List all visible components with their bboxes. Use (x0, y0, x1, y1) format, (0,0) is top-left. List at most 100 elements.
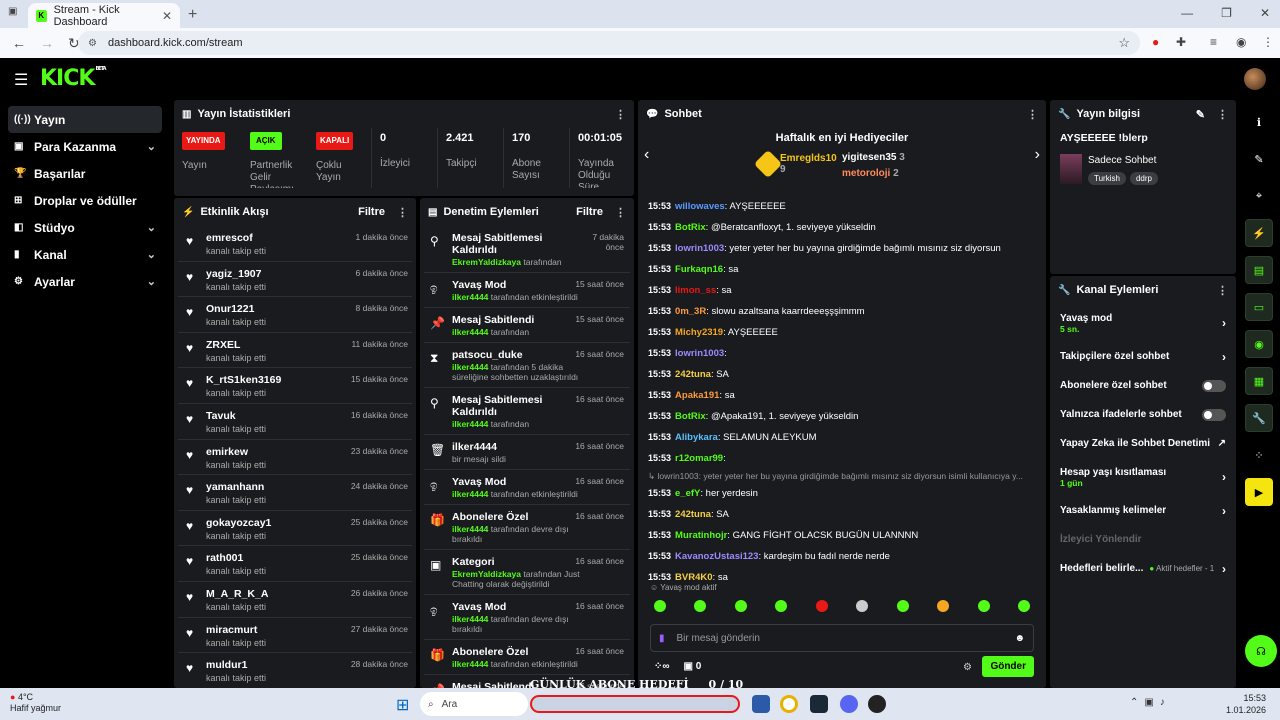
ai-moderation-action[interactable]: Yapay Zeka ile Sohbet Denetimi ↗ (1050, 429, 1236, 458)
extensions-icon[interactable]: ✚ (1176, 35, 1186, 49)
emote-icon[interactable] (734, 600, 747, 612)
chat-message[interactable]: 15:53 KavanozUstasi123: kardeşim bu fadıl… (648, 546, 1036, 567)
chat-message[interactable]: 15:53 r12omar99: (648, 448, 1036, 469)
maximize-icon[interactable]: ❐ (1221, 6, 1232, 20)
more-options-icon[interactable]: ⋮ (615, 108, 626, 121)
chat-message[interactable]: 15:53 Michy2319: AYŞEEEEE (648, 322, 1036, 343)
mic-icon[interactable]: ▮ (659, 633, 665, 644)
emote-only-action[interactable]: Yalnızca ifadelerle sohbet (1050, 400, 1236, 429)
bookmark-star-icon[interactable]: ☆ (1118, 35, 1130, 51)
more-options-icon[interactable]: ⋮ (615, 206, 626, 219)
moderation-row[interactable]: ⚲ Mesaj Sabitlemesi Kaldırıldı EkremYaldiz… (424, 226, 630, 273)
support-headset-icon[interactable]: ☊ (1245, 635, 1277, 667)
message-user[interactable]: limon_ss (675, 285, 716, 296)
wrench-icon[interactable]: 🔧 (1245, 404, 1273, 432)
kick-logo[interactable]: KICKBETA (40, 66, 107, 91)
profile-icon[interactable]: ◉ (1236, 35, 1246, 49)
emoji-icon[interactable]: ☻ (1014, 633, 1025, 644)
sidebar-item-droplar[interactable]: ⊞ Droplar ve ödüller (0, 187, 170, 214)
chrome-icon[interactable] (780, 695, 798, 713)
tab-menu-icon[interactable]: ▣ (8, 6, 22, 20)
sidebar-item-studyo[interactable]: ◧ Stüdyo ⌄ (0, 214, 170, 241)
activity-row[interactable]: ♥ yamanhann kanalı takip etti 24 dakika önc… (178, 475, 412, 511)
message-user[interactable]: Muratinhojr (675, 530, 727, 541)
message-user[interactable]: Apaka191 (675, 390, 719, 401)
gifter-third[interactable]: metoroloji 2 (842, 168, 899, 179)
moderation-filter-button[interactable]: Filtre (576, 206, 603, 218)
message-user[interactable]: BVR4K0 (675, 572, 713, 583)
moderation-row[interactable]: ⚲ Mesaj Sabitlemesi Kaldırıldı ilker4444 t… (424, 388, 630, 435)
activity-row[interactable]: ♥ muldur1 kanalı takip etti 28 dakika önce (178, 653, 412, 688)
sidebar-item-yayin[interactable]: ((·)) Yayın (8, 106, 162, 133)
community-icon[interactable]: ⁘ (1245, 441, 1273, 469)
hamburger-menu-icon[interactable]: ☰ (14, 70, 28, 90)
minimize-icon[interactable]: — (1181, 6, 1193, 20)
moderation-row[interactable]: 🎁 Abonelere Özel ilker4444 tarafından etki… (424, 640, 630, 675)
more-options-icon[interactable]: ⋮ (1027, 108, 1038, 121)
account-age-action[interactable]: Hesap yaşı kısıtlaması 1 gün › (1050, 458, 1236, 496)
chat-message[interactable]: 15:53 e_efY: her yerdesin (648, 483, 1036, 504)
emote-icon[interactable] (694, 600, 707, 612)
activity-filter-button[interactable]: Filtre (358, 206, 385, 218)
moderation-row[interactable]: ⧗ patsocu_duke ilker4444 tarafından 5 daki… (424, 343, 630, 388)
moderation-row[interactable]: ඉ Yavaş Mod ilker4444 tarafından etkinleşt… (424, 273, 630, 308)
app-icon[interactable] (752, 695, 770, 713)
message-user[interactable]: 0m_3R (675, 306, 706, 317)
subs-only-toggle[interactable] (1202, 379, 1226, 392)
activity-row[interactable]: ♥ miracmurt kanalı takip etti 27 dakika önc… (178, 618, 412, 654)
windows-start-icon[interactable]: ⊞ (396, 695, 409, 715)
moderation-row[interactable]: ඉ Yavaş Mod ilker4444 tarafından etkinleşt… (424, 470, 630, 505)
message-user[interactable]: r12omar99 (675, 453, 723, 464)
discord-icon[interactable] (840, 695, 858, 713)
taskbar-clock[interactable]: 15:53 1.01.2026 (1226, 692, 1266, 716)
chat-message[interactable]: 15:53 limon_ss: sa (648, 280, 1036, 301)
activity-row[interactable]: ♥ emrescof kanalı takip etti 1 dakika önce (178, 226, 412, 262)
avatar[interactable] (1244, 68, 1266, 90)
browser-menu-icon[interactable]: ⋮ (1262, 35, 1274, 49)
emote-icon[interactable] (775, 600, 788, 612)
slow-mode-action[interactable]: Yavaş mod 5 sn. › (1050, 304, 1236, 342)
emote-icon[interactable] (856, 600, 869, 612)
chat-input[interactable]: ▮ Bir mesaj gönderin ☻ (650, 624, 1034, 652)
chat-message[interactable]: 15:53 lowrin1003: (648, 343, 1036, 364)
forward-icon[interactable]: → (40, 35, 56, 51)
moderation-row[interactable]: 🗑 ilker4444 bir mesajı sildi 16 saat önce (424, 435, 630, 470)
chat-message[interactable]: 15:53 242tuna: SA (648, 504, 1036, 525)
chat-message[interactable]: 15:53 BotRix: @Apaka191, 1. seviyeye yüks… (648, 406, 1036, 427)
browser-tab[interactable]: K Stream - Kick Dashboard ✕ (28, 3, 180, 28)
message-user[interactable]: Furkaqn16 (675, 264, 723, 275)
message-user[interactable]: willowaves (675, 201, 725, 212)
broadcast-icon[interactable]: ◉ (1245, 330, 1273, 358)
chat-message[interactable]: 15:53 BotRix: @Beratcanfloxyt, 1. seviyey… (648, 217, 1036, 238)
activity-row[interactable]: ♥ emirkew kanalı takip etti 23 dakika önce (178, 440, 412, 476)
moderation-row[interactable]: 📌 Mesaj Sabitlendi ilker4444 tarafından 15 … (424, 308, 630, 343)
message-user[interactable]: lowrin1003 (675, 348, 724, 359)
chat-message[interactable]: 15:53 Apaka191: sa (648, 385, 1036, 406)
activity-row[interactable]: ♥ gokayozcay1 kanalı takip etti 25 dakika ö… (178, 511, 412, 547)
emote-icon[interactable] (654, 600, 666, 612)
gifter-second[interactable]: yigitesen35 3 (842, 152, 905, 163)
chevron-right-icon[interactable]: › (1035, 146, 1040, 164)
media-icon[interactable]: ≡ (1210, 35, 1217, 49)
sidebar-item-basarilar[interactable]: 🏆 Başarılar (0, 160, 170, 187)
gifter-first[interactable]: Emreglds10 9 (780, 153, 837, 175)
info-icon[interactable]: ℹ (1245, 108, 1273, 136)
lightning-icon[interactable]: ⚡ (1245, 219, 1273, 247)
message-user[interactable]: Alibykara (675, 432, 718, 443)
emote-icon[interactable] (937, 600, 950, 612)
edit-icon[interactable]: ✎ (1196, 108, 1205, 121)
activity-row[interactable]: ♥ rath001 kanalı takip etti 25 dakika önce (178, 546, 412, 582)
sidebar-item-para-kazanma[interactable]: ▣ Para Kazanma ⌄ (0, 133, 170, 160)
activity-row[interactable]: ♥ K_rtS1ken3169 kanalı takip etti 15 dakika… (178, 368, 412, 404)
activity-row[interactable]: ♥ Onur1221 kanalı takip etti 8 dakika önce (178, 297, 412, 333)
message-user[interactable]: 242tuna (675, 369, 711, 380)
chat-message[interactable]: 15:53 Furkaqn16: sa (648, 259, 1036, 280)
moderation-row[interactable]: 🎁 Abonelere Özel ilker4444 tarafından devr… (424, 505, 630, 550)
emote-only-toggle[interactable] (1202, 408, 1226, 421)
back-icon[interactable]: ← (12, 35, 28, 51)
message-user[interactable]: KavanozUstasi123 (675, 551, 758, 562)
site-info-icon[interactable]: ⚙ (88, 38, 100, 49)
chat-message[interactable]: ↳ lowrin1003: yeter yeter her bu yayına … (648, 469, 1036, 483)
close-tab-icon[interactable]: ✕ (162, 9, 172, 23)
chat-bubble-icon[interactable]: ▭ (1245, 293, 1273, 321)
